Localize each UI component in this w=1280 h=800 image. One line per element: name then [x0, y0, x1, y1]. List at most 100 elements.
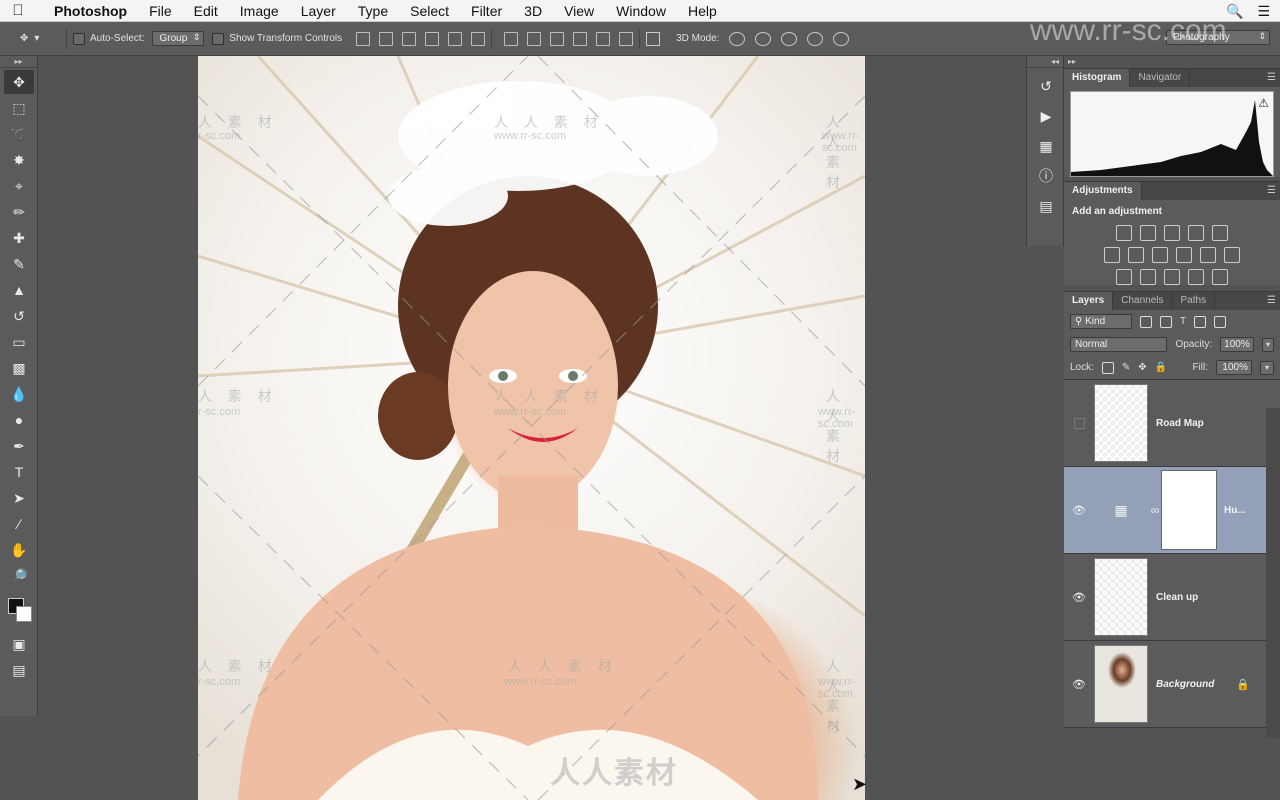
layers-scrollbar[interactable]: [1266, 408, 1280, 738]
eraser-tool-icon[interactable]: ▭: [4, 330, 34, 354]
line-tool-icon[interactable]: ∕: [4, 512, 34, 536]
3d-pan-icon[interactable]: [781, 31, 798, 46]
3d-rotate-icon[interactable]: [729, 31, 746, 46]
channel-mixer-icon[interactable]: [1200, 247, 1216, 263]
posterize-icon[interactable]: [1140, 269, 1156, 285]
layer-row[interactable]: Road Map: [1064, 380, 1280, 467]
filter-smart-object-icon[interactable]: [1214, 315, 1227, 328]
distribute-right-icon[interactable]: [619, 31, 634, 46]
collapse-toolbar-icon[interactable]: ▸▸: [0, 56, 37, 68]
list-icon[interactable]: ☰: [1257, 3, 1270, 20]
lasso-tool-icon[interactable]: ➰: [4, 122, 34, 146]
panel-menu-icon[interactable]: ☰: [1267, 69, 1280, 87]
history-brush-tool-icon[interactable]: ↺: [4, 304, 34, 328]
show-transform-checkbox[interactable]: [212, 32, 225, 45]
selective-color-icon[interactable]: [1188, 269, 1204, 285]
vibrance-icon[interactable]: [1212, 225, 1228, 241]
eye-icon[interactable]: 👁: [1064, 504, 1094, 517]
photo-filter-icon[interactable]: [1176, 247, 1192, 263]
menu-filter[interactable]: Filter: [460, 0, 513, 22]
tab-histogram[interactable]: Histogram: [1064, 69, 1131, 87]
distribute-top-icon[interactable]: [504, 31, 519, 46]
align-hcenter-icon[interactable]: [448, 31, 463, 46]
path-selection-tool-icon[interactable]: ➤: [4, 486, 34, 510]
filter-adjustment-icon[interactable]: [1160, 315, 1172, 328]
lock-transparent-icon[interactable]: [1101, 361, 1114, 374]
menu-help[interactable]: Help: [677, 0, 728, 22]
lock-position-icon[interactable]: ✥: [1138, 362, 1146, 373]
panel-menu-icon[interactable]: ☰: [1267, 182, 1280, 200]
clone-stamp-tool-icon[interactable]: ▲: [4, 278, 34, 302]
menu-type[interactable]: Type: [347, 0, 399, 22]
menu-file[interactable]: File: [138, 0, 183, 22]
distribute-vcenter-icon[interactable]: [527, 31, 542, 46]
apple-icon[interactable]: : [0, 2, 36, 19]
layer-mask-thumbnail[interactable]: [1161, 470, 1217, 550]
filter-pixel-icon[interactable]: [1140, 315, 1152, 328]
3d-scale-icon[interactable]: [833, 31, 850, 46]
menu-layer[interactable]: Layer: [290, 0, 347, 22]
hue-saturation-icon[interactable]: [1104, 247, 1120, 263]
healing-brush-tool-icon[interactable]: ✚: [4, 226, 34, 250]
align-left-icon[interactable]: [425, 31, 440, 46]
zoom-tool-icon[interactable]: 🔎: [4, 564, 34, 588]
lock-image-icon[interactable]: ✎: [1122, 362, 1130, 373]
black-white-icon[interactable]: [1152, 247, 1168, 263]
filter-shape-icon[interactable]: [1194, 315, 1207, 328]
3d-slide-icon[interactable]: [807, 31, 824, 46]
layer-row[interactable]: 👁 Background 🔒: [1064, 641, 1280, 728]
color-lookup-icon[interactable]: [1224, 247, 1240, 263]
fill-dropdown-icon[interactable]: ▾: [1260, 360, 1274, 375]
gradient-tool-icon[interactable]: ▩: [4, 356, 34, 380]
screen-mode-icon[interactable]: ▤: [4, 658, 34, 682]
document-canvas[interactable]: 人 人 素 材 www.rr-sc.com 人 人 素 材 www.rr-sc.…: [198, 56, 865, 800]
menu-3d[interactable]: 3D: [513, 0, 553, 22]
tab-adjustments[interactable]: Adjustments: [1064, 182, 1142, 200]
invert-icon[interactable]: [1116, 269, 1132, 285]
background-color-swatch[interactable]: [16, 606, 32, 622]
threshold-icon[interactable]: [1164, 269, 1180, 285]
3d-panel-icon[interactable]: ▦: [1032, 134, 1060, 158]
crop-tool-icon[interactable]: ⌖: [4, 174, 34, 198]
menu-view[interactable]: View: [553, 0, 605, 22]
distribute-left-icon[interactable]: [573, 31, 588, 46]
fill-field[interactable]: 100%: [1216, 360, 1252, 375]
opacity-field[interactable]: 100%: [1220, 337, 1254, 352]
align-bottom-icon[interactable]: [402, 31, 417, 46]
auto-align-icon[interactable]: [646, 31, 661, 46]
eyedropper-tool-icon[interactable]: ✏: [4, 200, 34, 224]
collapse-dock-icon[interactable]: ◂◂: [1027, 56, 1063, 68]
filter-type-icon[interactable]: T: [1180, 316, 1186, 327]
gradient-map-icon[interactable]: [1212, 269, 1228, 285]
tab-channels[interactable]: Channels: [1113, 292, 1173, 310]
actions-panel-icon[interactable]: ▶: [1032, 104, 1060, 128]
dodge-tool-icon[interactable]: ●: [4, 408, 34, 432]
magic-wand-tool-icon[interactable]: ✸: [4, 148, 34, 172]
auto-select-dropdown[interactable]: Group: [152, 31, 205, 46]
warning-icon[interactable]: ⚠: [1258, 96, 1269, 110]
menu-window[interactable]: Window: [605, 0, 677, 22]
move-tool-icon[interactable]: ✥: [4, 70, 34, 94]
menu-edit[interactable]: Edit: [183, 0, 229, 22]
info-panel-icon[interactable]: ⓘ: [1032, 164, 1060, 188]
align-top-icon[interactable]: [356, 31, 371, 46]
panel-menu-icon[interactable]: ☰: [1267, 292, 1280, 310]
color-swatches[interactable]: [4, 592, 34, 628]
blur-tool-icon[interactable]: 💧: [4, 382, 34, 406]
tool-preset-picker[interactable]: ✥ ▾: [0, 33, 60, 44]
distribute-bottom-icon[interactable]: [550, 31, 565, 46]
3d-roll-icon[interactable]: [755, 31, 772, 46]
pen-tool-icon[interactable]: ✒: [4, 434, 34, 458]
visibility-toggle[interactable]: [1074, 417, 1085, 429]
levels-icon[interactable]: [1140, 225, 1156, 241]
layer-row[interactable]: 👁 Clean up: [1064, 554, 1280, 641]
color-balance-icon[interactable]: [1128, 247, 1144, 263]
align-right-icon[interactable]: [471, 31, 486, 46]
blend-mode-dropdown[interactable]: Normal: [1070, 337, 1168, 352]
menu-select[interactable]: Select: [399, 0, 460, 22]
menu-image[interactable]: Image: [229, 0, 290, 22]
layer-row[interactable]: 👁 ▦ ∞ Hu...: [1064, 467, 1280, 554]
exposure-icon[interactable]: [1188, 225, 1204, 241]
eye-icon[interactable]: 👁: [1064, 591, 1094, 604]
curves-icon[interactable]: [1164, 225, 1180, 241]
